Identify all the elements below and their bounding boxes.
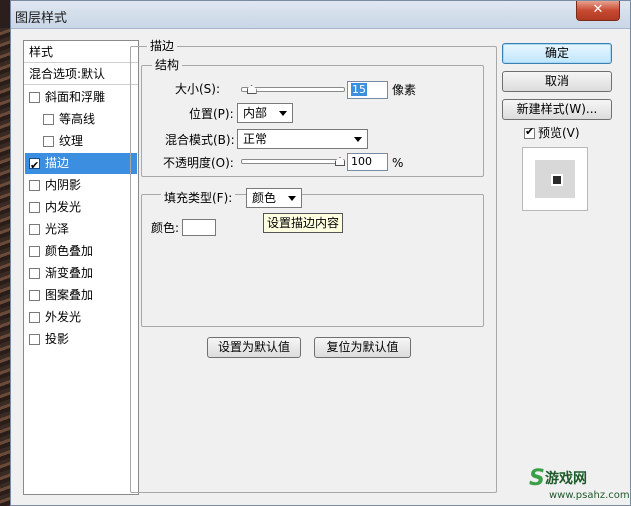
style-item[interactable]: 内阴影 xyxy=(25,175,137,196)
style-item-label: 颜色叠加 xyxy=(45,244,94,258)
position-value: 内部 xyxy=(243,106,268,120)
opacity-label: 不透明度(O): xyxy=(163,156,234,170)
fill-type-value: 颜色 xyxy=(252,191,277,205)
blend-options-item[interactable]: 混合选项:默认 xyxy=(24,63,138,85)
window-title: 图层样式 xyxy=(15,11,68,26)
style-item-label: 外发光 xyxy=(45,310,82,324)
position-select[interactable]: 内部 xyxy=(237,103,293,123)
watermark-url: www.psahz.com xyxy=(549,490,630,501)
style-item-label: 描边 xyxy=(45,156,70,170)
blend-mode-value: 正常 xyxy=(243,132,268,146)
preview-checkbox[interactable]: ✔ xyxy=(524,125,535,139)
style-item-checkbox[interactable] xyxy=(29,202,40,213)
layer-style-dialog: 图层样式 ✕ 样式 混合选项:默认 斜面和浮雕 等高线 纹理 ✔ 描边 内阴影 内发光 光泽颜… xyxy=(10,0,631,506)
chevron-down-icon xyxy=(288,196,296,201)
style-item[interactable]: 光泽 xyxy=(25,219,137,240)
stroke-section-title: 描边 xyxy=(147,39,178,53)
style-item-checkbox[interactable] xyxy=(29,334,40,345)
ok-button[interactable]: 确定 xyxy=(502,43,612,64)
style-item-checkbox[interactable]: ✔ xyxy=(29,158,40,172)
blend-mode-select[interactable]: 正常 xyxy=(237,129,368,149)
size-label: 大小(S): xyxy=(175,82,221,96)
style-item-checkbox[interactable] xyxy=(43,136,54,147)
style-item-label: 光泽 xyxy=(45,222,70,236)
style-item-checkbox[interactable] xyxy=(29,92,40,103)
style-item[interactable]: 图案叠加 xyxy=(25,285,137,306)
style-item-label: 投影 xyxy=(45,332,70,346)
color-label: 颜色: xyxy=(151,221,180,235)
style-item-checkbox[interactable] xyxy=(43,114,54,125)
cancel-button[interactable]: 取消 xyxy=(502,71,612,92)
color-swatch[interactable] xyxy=(182,219,216,236)
chevron-down-icon xyxy=(279,111,287,116)
position-label: 位置(P): xyxy=(189,107,234,121)
checkmark-icon: ✔ xyxy=(30,159,40,172)
style-item-checkbox[interactable] xyxy=(29,312,40,323)
preview-label[interactable]: 预览(V) xyxy=(538,125,580,141)
style-item-label: 内发光 xyxy=(45,200,82,214)
chevron-down-icon xyxy=(354,137,362,142)
style-item-checkbox[interactable] xyxy=(29,246,40,257)
set-default-button[interactable]: 设置为默认值 xyxy=(207,337,301,358)
tooltip: 设置描边内容 xyxy=(263,213,344,233)
opacity-value: 100 xyxy=(351,155,372,168)
style-item[interactable]: 外发光 xyxy=(25,307,137,328)
style-item-checkbox[interactable] xyxy=(29,224,40,235)
new-style-button[interactable]: 新建样式(W)... xyxy=(502,99,612,120)
style-item[interactable]: 投影 xyxy=(25,329,137,350)
size-value: 15 xyxy=(351,83,367,96)
style-preview xyxy=(522,147,588,211)
style-item-checkbox[interactable] xyxy=(29,290,40,301)
style-item-label: 内阴影 xyxy=(45,178,82,192)
opacity-input[interactable]: 100 xyxy=(347,153,388,171)
style-item[interactable]: 等高线 xyxy=(25,109,137,130)
structure-title: 结构 xyxy=(152,58,183,72)
close-button[interactable]: ✕ xyxy=(576,1,620,21)
title-bar[interactable]: 图层样式 ✕ xyxy=(11,1,630,29)
style-item-label: 图案叠加 xyxy=(45,288,94,302)
style-item[interactable]: 斜面和浮雕 xyxy=(25,87,137,108)
checkmark-icon: ✔ xyxy=(525,125,535,138)
opacity-unit: % xyxy=(392,156,404,170)
styles-header[interactable]: 样式 xyxy=(24,41,138,63)
fill-type-select[interactable]: 颜色 xyxy=(246,188,302,208)
preview-shape xyxy=(551,174,563,186)
size-input[interactable]: 15 xyxy=(347,81,388,99)
styles-list-panel: 样式 混合选项:默认 斜面和浮雕等高线纹理 ✔ 描边内阴影内发光光泽颜色叠加渐变叠加… xyxy=(23,40,139,495)
style-item-checkbox[interactable] xyxy=(29,268,40,279)
fill-type-label: 填充类型(F): xyxy=(161,191,236,205)
style-item[interactable]: 纹理 xyxy=(25,131,137,152)
style-item-label: 渐变叠加 xyxy=(45,266,94,280)
close-icon: ✕ xyxy=(592,2,604,17)
style-item-label: 斜面和浮雕 xyxy=(45,90,106,104)
size-unit: 像素 xyxy=(392,83,417,97)
style-item-label: 等高线 xyxy=(59,112,96,126)
style-item[interactable]: 渐变叠加 xyxy=(25,263,137,284)
opacity-slider[interactable] xyxy=(241,159,345,164)
blend-mode-label: 混合模式(B): xyxy=(165,133,235,147)
watermark-mark: S xyxy=(529,466,545,491)
reset-default-button[interactable]: 复位为默认值 xyxy=(314,337,411,358)
watermark-text: 游戏网 xyxy=(545,471,587,487)
style-item[interactable]: 内发光 xyxy=(25,197,137,218)
style-item-label: 纹理 xyxy=(59,134,84,148)
style-item[interactable]: ✔ 描边 xyxy=(25,153,137,174)
style-item[interactable]: 颜色叠加 xyxy=(25,241,137,262)
watermark-logo: S 游戏网 www.psahz.com xyxy=(527,462,631,506)
style-item-checkbox[interactable] xyxy=(29,180,40,191)
